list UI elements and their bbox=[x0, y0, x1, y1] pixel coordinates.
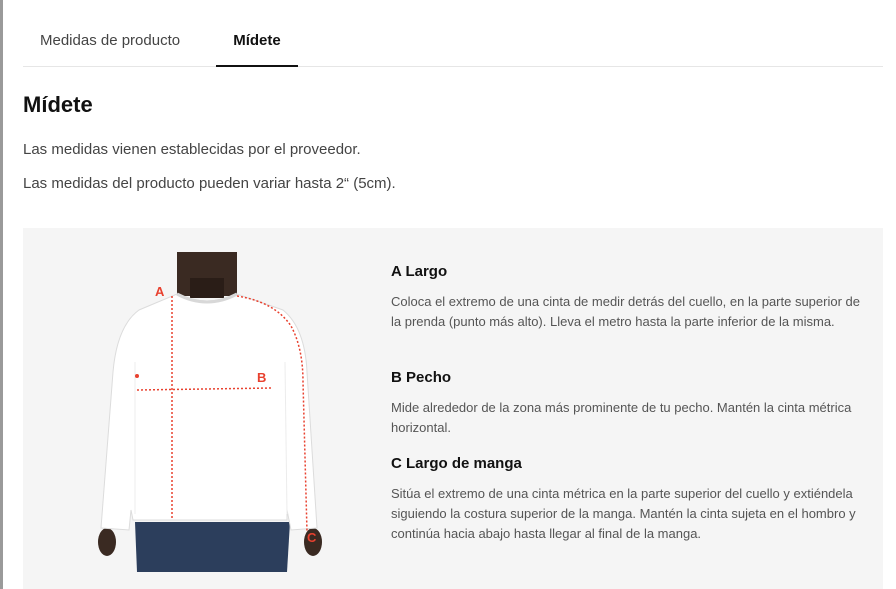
heading-chest: B Pecho bbox=[391, 369, 452, 386]
text-sleeve-length: Sitúa el extremo de una cinta métrica en… bbox=[391, 486, 856, 541]
measurement-guide-panel: A B C A Largo Coloca el extremo de una c… bbox=[23, 228, 883, 589]
model-beard bbox=[190, 278, 224, 298]
intro-paragraph: Las medidas vienen establecidas por el p… bbox=[23, 141, 361, 158]
window-edge bbox=[0, 0, 3, 589]
variation-note: Las medidas del producto pueden variar h… bbox=[23, 175, 396, 192]
text-length: Coloca el extremo de una cinta de medir … bbox=[391, 294, 860, 329]
left-hand bbox=[98, 528, 116, 556]
model-jeans bbox=[135, 522, 290, 572]
tab-product-measurements[interactable]: Medidas de producto bbox=[40, 0, 200, 66]
label-b: B bbox=[257, 370, 266, 385]
heading-length: A Largo bbox=[391, 263, 448, 280]
page-title: Mídete bbox=[23, 92, 93, 117]
text-chest: Mide alrededor de la zona más prominente… bbox=[391, 400, 852, 435]
sweatshirt-model-image: A B C bbox=[98, 252, 322, 572]
sweatshirt bbox=[100, 293, 318, 531]
label-c: C bbox=[307, 530, 317, 545]
label-a: A bbox=[155, 284, 165, 299]
measure-point bbox=[135, 374, 139, 378]
tab-measure-yourself[interactable]: Mídete bbox=[216, 0, 298, 67]
heading-sleeve-length: C Largo de manga bbox=[391, 455, 522, 472]
tab-bar: Medidas de producto Mídete bbox=[23, 0, 883, 67]
